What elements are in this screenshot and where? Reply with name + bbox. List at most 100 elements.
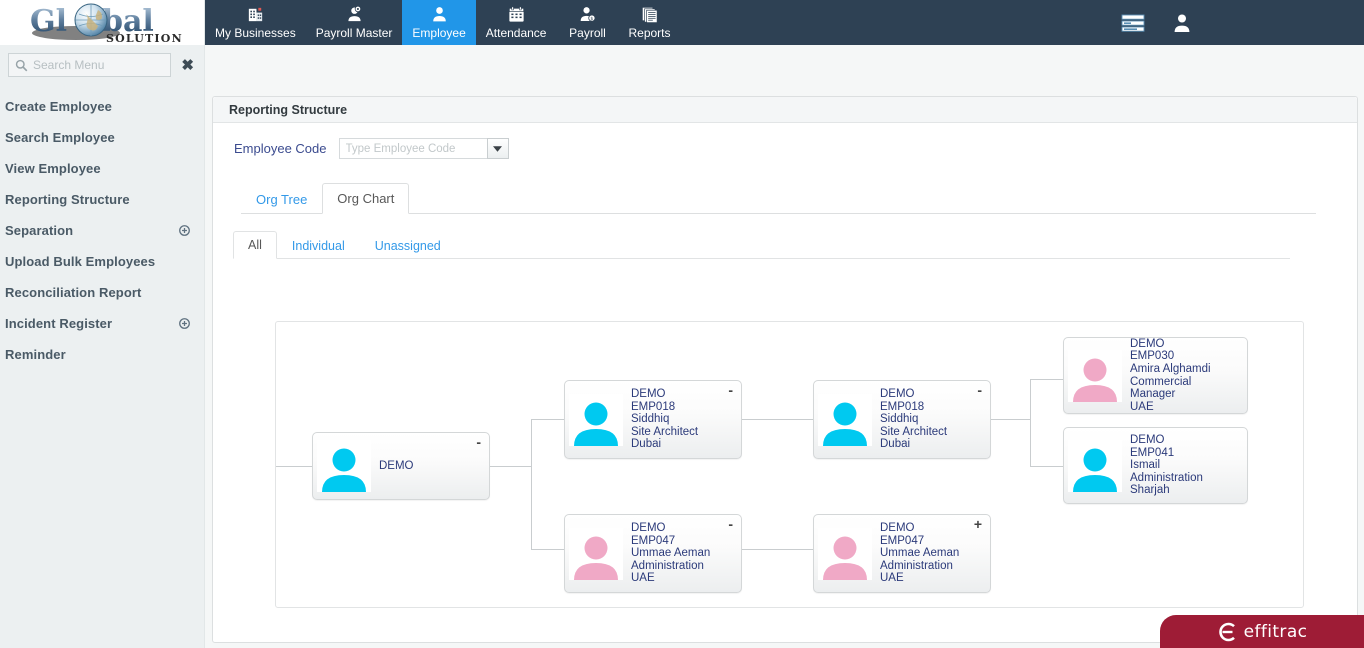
sidebar-item-label: Upload Bulk Employees (5, 254, 155, 269)
node-designation: Site Architect (880, 426, 947, 439)
org-node-emp041[interactable]: DEMO EMP041 Ismail Administration Sharja… (1063, 427, 1248, 504)
panel-header: Reporting Structure (213, 97, 1357, 123)
node-name: Amira Alghamdi (1130, 363, 1211, 376)
node-toggle-icon[interactable]: + (974, 519, 982, 529)
nav-item-my-businesses[interactable]: My Businesses (205, 0, 306, 45)
org-node-emp047-b[interactable]: DEMO EMP047 Ummae Aeman Administration U… (813, 514, 991, 593)
node-company: DEMO (880, 522, 959, 535)
node-info: DEMO EMP047 Ummae Aeman Administration U… (623, 522, 710, 585)
org-node-emp030[interactable]: DEMO EMP030 Amira Alghamdi Commercial Ma… (1063, 337, 1248, 414)
search-icon (15, 59, 28, 72)
node-designation-line2: Manager (1130, 388, 1211, 401)
svg-text:$: $ (590, 16, 593, 22)
user-gear-icon (345, 5, 364, 24)
node-code: EMP047 (880, 535, 959, 548)
expand-plus-icon[interactable] (179, 225, 190, 236)
nav-right-icons (1120, 0, 1364, 45)
nav-label: Employee (412, 27, 465, 40)
subtab-all[interactable]: All (233, 231, 277, 259)
sidebar-item-view-employee[interactable]: View Employee (0, 153, 204, 184)
subtab-unassigned[interactable]: Unassigned (360, 232, 456, 259)
expand-plus-icon[interactable] (179, 318, 190, 329)
sidebar-item-incident-register[interactable]: Incident Register (0, 308, 204, 339)
tabs-strip: Org Tree Org Chart (241, 182, 1316, 214)
connector-line (531, 419, 532, 549)
sidebar-item-search-employee[interactable]: Search Employee (0, 122, 204, 153)
building-icon (246, 5, 265, 24)
sidebar-item-separation[interactable]: Separation (0, 215, 204, 246)
nav-item-employee[interactable]: Employee (402, 0, 475, 45)
node-toggle-icon[interactable]: - (728, 519, 733, 529)
reporting-structure-panel: Reporting Structure Employee Code Org Tr… (212, 96, 1358, 643)
node-toggle-icon[interactable]: - (476, 437, 481, 447)
node-toggle-icon[interactable]: - (728, 385, 733, 395)
avatar-female-icon (819, 532, 871, 580)
avatar (569, 394, 623, 446)
connector-line (991, 419, 1030, 420)
org-node-emp018-a[interactable]: DEMO EMP018 Siddhiq Site Architect Dubai… (564, 380, 742, 459)
search-input[interactable] (31, 54, 168, 76)
node-name: Ismail (1130, 459, 1203, 472)
main-content: Reporting Structure Employee Code Org Tr… (205, 45, 1364, 648)
sidebar-item-reminder[interactable]: Reminder (0, 339, 204, 370)
node-designation: Commercial (1130, 376, 1211, 389)
sidebar-item-upload-bulk-employees[interactable]: Upload Bulk Employees (0, 246, 204, 277)
avatar-male-icon (318, 444, 370, 492)
avatar (818, 394, 872, 446)
org-chart-canvas: DEMO - DEMO EMP018 Siddhiq (276, 322, 1303, 607)
nav-items: My Businesses Payroll Master Employee (205, 0, 681, 45)
global-solution-logo-icon: Gl bal SOLUTION (14, 0, 190, 45)
subtab-individual[interactable]: Individual (277, 232, 360, 259)
sidebar-item-reporting-structure[interactable]: Reporting Structure (0, 184, 204, 215)
nav-item-payroll-master[interactable]: Payroll Master (306, 0, 403, 45)
node-location: Dubai (880, 438, 947, 451)
search-menu-box[interactable] (8, 53, 171, 77)
sidebar-item-reconciliation-report[interactable]: Reconciliation Report (0, 277, 204, 308)
connector-line (490, 466, 531, 467)
org-node-emp018-b[interactable]: DEMO EMP018 Siddhiq Site Architect Dubai… (813, 380, 991, 459)
tab-label: Org Chart (337, 191, 394, 206)
node-code: EMP041 (1130, 447, 1203, 460)
node-toggle-icon[interactable]: - (977, 385, 982, 395)
org-node-root[interactable]: DEMO - (312, 432, 490, 500)
connector-line (531, 549, 564, 550)
app-logo[interactable]: Gl bal SOLUTION (0, 0, 204, 45)
subtab-label: Unassigned (375, 239, 441, 253)
tab-org-tree[interactable]: Org Tree (241, 184, 322, 214)
node-company: DEMO (631, 388, 698, 401)
sidebar-menu: Create Employee Search Employee View Emp… (0, 87, 204, 370)
close-search-icon[interactable]: ✖ (177, 56, 198, 75)
nav-item-attendance[interactable]: Attendance (476, 0, 557, 45)
nav-item-payroll[interactable]: $ Payroll (556, 0, 618, 45)
org-node-emp047-a[interactable]: DEMO EMP047 Ummae Aeman Administration U… (564, 514, 742, 593)
node-code: EMP047 (631, 535, 710, 548)
org-filter-subtabs: All Individual Unassigned (233, 230, 1357, 259)
account-user-icon[interactable] (1172, 12, 1192, 34)
node-designation: Administration (1130, 472, 1203, 485)
org-chart-container[interactable]: DEMO - DEMO EMP018 Siddhiq (275, 321, 1304, 608)
node-info: DEMO (371, 460, 414, 473)
node-info: DEMO EMP018 Siddhiq Site Architect Dubai (623, 388, 698, 451)
effitrac-brand-footer[interactable]: effitrac (1160, 615, 1364, 648)
node-info: DEMO EMP030 Amira Alghamdi Commercial Ma… (1122, 338, 1211, 414)
employee-code-input-group (339, 138, 509, 159)
sidebar-item-label: Incident Register (5, 316, 112, 331)
nav-item-reports[interactable]: Reports (618, 0, 680, 45)
avatar-male-icon (570, 398, 622, 446)
employee-code-input[interactable] (339, 138, 487, 159)
connector-line (1030, 379, 1063, 380)
node-code: EMP018 (880, 401, 947, 414)
node-designation: Administration (631, 560, 710, 573)
calendar-icon (507, 5, 526, 24)
employee-code-dropdown-button[interactable] (487, 138, 509, 159)
node-location: Dubai (631, 438, 698, 451)
subtabs-strip: All Individual Unassigned (233, 230, 1290, 259)
connector-line (742, 549, 814, 550)
sidebar-search-row: ✖ (0, 45, 204, 87)
sidebar-item-label: Reporting Structure (5, 192, 130, 207)
node-company: DEMO (379, 460, 414, 473)
node-designation: Site Architect (631, 426, 698, 439)
sidebar-item-create-employee[interactable]: Create Employee (0, 91, 204, 122)
list-menu-icon[interactable] (1120, 12, 1146, 34)
tab-org-chart[interactable]: Org Chart (322, 183, 409, 214)
